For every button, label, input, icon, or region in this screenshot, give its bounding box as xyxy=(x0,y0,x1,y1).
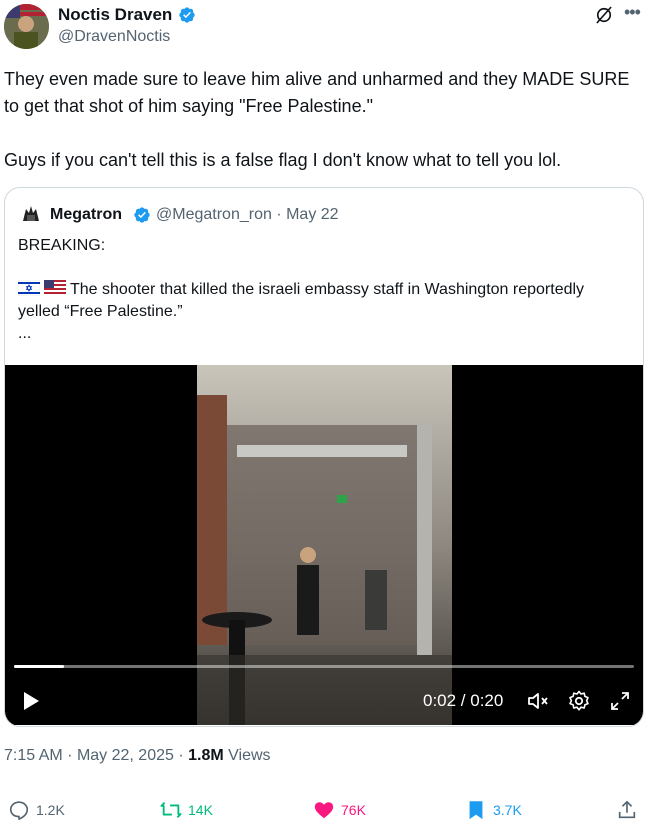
tweet-time[interactable]: 7:15 AM xyxy=(4,747,63,764)
repost-button[interactable]: 14K xyxy=(160,795,213,824)
timestamp-separator-1: · xyxy=(67,747,73,764)
share-icon xyxy=(618,800,636,819)
quoted-ellipsis: ... xyxy=(18,325,32,342)
video-time: 0:02 / 0:20 xyxy=(423,691,504,710)
video-player[interactable]: 0:02 / 0:20 xyxy=(5,365,643,725)
reply-count: 1.2K xyxy=(36,802,65,818)
quoted-body: The shooter that killed the israeli emba… xyxy=(18,281,585,320)
bookmark-icon xyxy=(469,801,483,820)
quoted-separator: · xyxy=(276,206,282,223)
author-handle[interactable]: @DravenNoctis xyxy=(58,28,170,46)
tweet-actions: 1.2K 14K 76K 3.7K xyxy=(0,795,647,824)
author-name[interactable]: Noctis Draven xyxy=(58,5,172,25)
tweet-text-line-2: Guys if you can't tell this is a false f… xyxy=(4,150,562,170)
muted-volume-icon[interactable] xyxy=(526,689,550,713)
views-label: Views xyxy=(228,747,271,764)
like-button[interactable]: 76K xyxy=(313,795,366,824)
israel-flag-icon xyxy=(18,280,40,296)
quoted-date[interactable]: May 22 xyxy=(286,206,338,223)
reply-icon xyxy=(9,801,29,820)
more-options-icon[interactable]: ••• xyxy=(624,3,644,25)
tweet-header: Noctis Draven @DravenNoctis ••• xyxy=(0,0,647,56)
tweet-timestamp-row: 7:15 AM · May 22, 2025 · 1.8M Views xyxy=(4,747,271,765)
quoted-tweet[interactable]: Megatron @Megatron_ron · May 22 BREAKING… xyxy=(4,187,644,727)
video-progress-bar[interactable] xyxy=(14,665,634,668)
bookmark-button[interactable]: 3.7K xyxy=(465,795,522,824)
timestamp-separator-2: · xyxy=(178,747,184,764)
reply-button[interactable]: 1.2K xyxy=(8,795,65,824)
tweet-date[interactable]: May 22, 2025 xyxy=(77,747,174,764)
quoted-author-avatar[interactable] xyxy=(20,203,42,225)
verified-badge-icon xyxy=(179,7,195,23)
quoted-author-handle: @Megatron_ron xyxy=(156,206,272,223)
share-button[interactable] xyxy=(616,795,638,824)
grok-icon[interactable] xyxy=(594,5,614,25)
author-avatar[interactable] xyxy=(4,4,49,49)
video-frame xyxy=(197,365,452,725)
bookmark-count: 3.7K xyxy=(493,802,522,818)
views-count: 1.8M xyxy=(188,747,224,764)
settings-gear-icon[interactable] xyxy=(567,689,591,713)
quoted-body-line: The shooter that killed the israeli emba… xyxy=(18,279,628,323)
quoted-verified-badge-icon xyxy=(134,207,150,223)
quoted-text: BREAKING: The shooter that killed the is… xyxy=(18,235,628,345)
video-progress-fill xyxy=(14,665,64,668)
tweet-text: They even made sure to leave him alive a… xyxy=(4,66,634,174)
repost-icon xyxy=(160,802,182,818)
tweet-text-line-1: They even made sure to leave him alive a… xyxy=(4,69,630,116)
repost-count: 14K xyxy=(188,802,213,818)
play-icon[interactable] xyxy=(21,690,41,712)
fullscreen-expand-icon[interactable] xyxy=(608,689,632,713)
quoted-meta: @Megatron_ron · May 22 xyxy=(156,206,339,224)
heart-icon xyxy=(314,802,334,819)
quoted-heading: BREAKING: xyxy=(18,237,106,254)
like-count: 76K xyxy=(341,802,366,818)
quoted-author-name[interactable]: Megatron xyxy=(50,206,122,224)
us-flag-icon xyxy=(44,280,66,296)
